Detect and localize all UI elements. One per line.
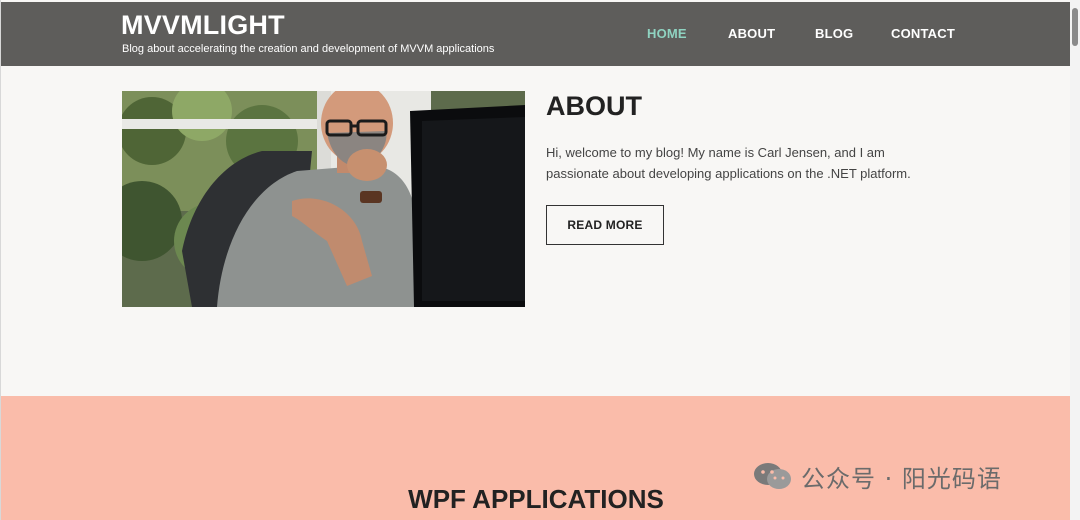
watermark-text: 公众号 · 阳光码语: [801, 464, 1002, 493]
wpf-applications-section: WPF APPLICATIONS 公众号 · 阳光码语: [1, 396, 1071, 520]
nav-contact-link[interactable]: CONTACT: [891, 26, 955, 41]
vertical-scrollbar[interactable]: [1070, 0, 1080, 520]
page: MVVMLIGHT Blog about accelerating the cr…: [0, 0, 1071, 520]
read-more-button[interactable]: READ MORE: [546, 205, 664, 245]
about-photo: [122, 91, 525, 307]
about-description: Hi, welcome to my blog! My name is Carl …: [546, 145, 911, 181]
watermark: 公众号 · 阳光码语: [753, 463, 1002, 493]
site-header: MVVMLIGHT Blog about accelerating the cr…: [1, 2, 1071, 66]
scrollbar-thumb[interactable]: [1072, 8, 1078, 46]
main-nav: HOME ABOUT BLOG CONTACT: [1, 26, 1071, 46]
about-heading: ABOUT: [546, 91, 642, 121]
nav-about-link[interactable]: ABOUT: [728, 26, 775, 41]
nav-blog-link[interactable]: BLOG: [815, 26, 853, 41]
nav-home-link[interactable]: HOME: [647, 26, 687, 41]
wechat-icon: [754, 463, 791, 489]
